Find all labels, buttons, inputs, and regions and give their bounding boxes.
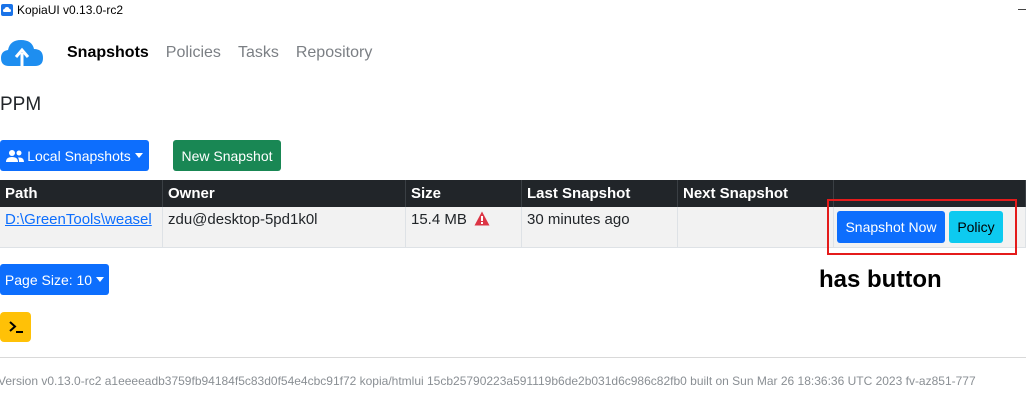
nav-repository[interactable]: Repository <box>296 44 372 62</box>
header-owner[interactable]: Owner <box>162 180 406 207</box>
window-title: KopiaUI v0.13.0-rc2 <box>17 3 124 17</box>
kopia-app-icon <box>1 4 13 16</box>
header-path[interactable]: Path <box>0 180 163 207</box>
page-size-dropdown[interactable]: Page Size: 10 <box>0 264 109 295</box>
local-snapshots-label: Local Snapshots <box>27 147 131 164</box>
terminal-icon <box>8 321 23 333</box>
nav-links: Snapshots Policies Tasks Repository <box>67 44 389 62</box>
page-title: PPM <box>0 94 42 115</box>
navbar: Snapshots Policies Tasks Repository <box>0 36 1026 72</box>
page-size-label: Page Size: 10 <box>4 271 93 288</box>
header-next-snapshot[interactable]: Next Snapshot <box>677 180 834 207</box>
nav-policies[interactable]: Policies <box>166 44 221 62</box>
footer-divider <box>0 357 1026 358</box>
cell-last-snapshot: 30 minutes ago <box>521 207 678 248</box>
terminal-button[interactable] <box>0 312 31 342</box>
chevron-down-icon <box>96 277 105 282</box>
cell-owner: zdu@desktop-5pd1k0l <box>162 207 406 248</box>
window-minimize-hint[interactable] <box>1018 9 1026 10</box>
annotation-text: has button <box>819 266 942 293</box>
header-last-snapshot[interactable]: Last Snapshot <box>521 180 678 207</box>
chevron-down-icon <box>134 153 143 158</box>
cell-path: D:\GreenTools\weasel <box>0 207 163 248</box>
version-footer: Version v0.13.0-rc2 a1eeeeadb3759fb94184… <box>0 374 976 388</box>
window-titlebar: KopiaUI v0.13.0-rc2 <box>0 0 1026 20</box>
local-snapshots-dropdown[interactable]: Local Snapshots <box>0 140 149 171</box>
cell-size: 15.4 MB <box>405 207 522 248</box>
nav-snapshots[interactable]: Snapshots <box>67 44 149 62</box>
annotation-highlight-box <box>827 199 1017 255</box>
new-snapshot-button[interactable]: New Snapshot <box>173 140 281 171</box>
size-value: 15.4 MB <box>411 211 467 228</box>
path-link[interactable]: D:\GreenTools\weasel <box>5 211 157 228</box>
kopia-logo-icon[interactable] <box>0 36 44 68</box>
cell-next-snapshot <box>677 207 834 248</box>
header-size[interactable]: Size <box>405 180 522 207</box>
users-icon <box>6 149 25 162</box>
warning-icon[interactable] <box>474 211 490 226</box>
nav-tasks[interactable]: Tasks <box>238 44 279 62</box>
